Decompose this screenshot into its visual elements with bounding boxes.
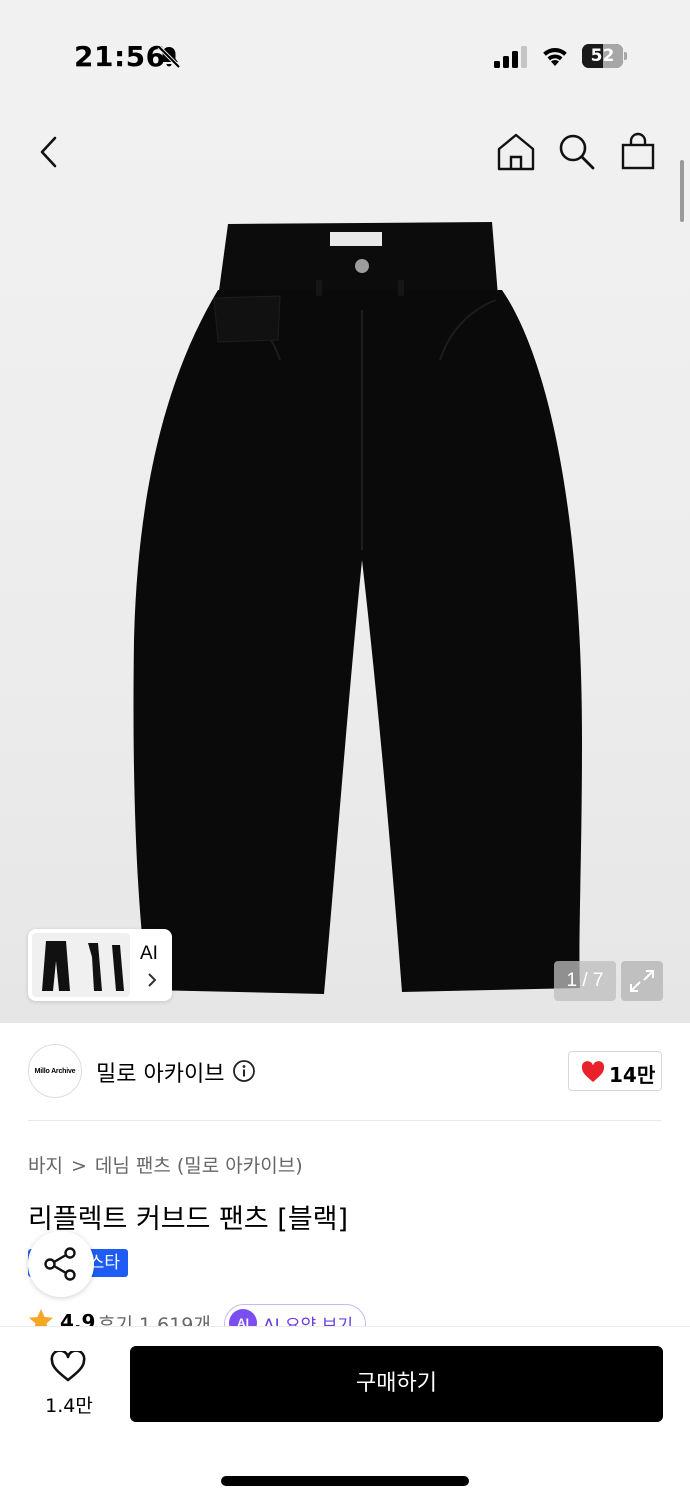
share-icon[interactable] — [28, 1231, 94, 1297]
rating-value: 4.9 — [60, 1310, 96, 1326]
battery-level: 52 — [590, 46, 615, 66]
ai-icon: AI — [229, 1309, 257, 1326]
breadcrumb-category[interactable]: 바지 — [28, 1155, 63, 1177]
brand-like-button[interactable]: 14만 — [568, 1051, 662, 1091]
wifi-icon — [543, 48, 567, 66]
bottom-action-bar: 1.4만 구매하기 — [0, 1326, 690, 1500]
status-time: 21:56 — [74, 40, 166, 73]
breadcrumb-subcategory[interactable]: 데님 팬츠 (밀로 아카이브) — [95, 1155, 303, 1177]
ai-similar-items-card[interactable]: AI — [28, 929, 172, 1001]
heart-filled-icon — [581, 1061, 605, 1082]
scroll-indicator — [680, 160, 684, 222]
home-icon[interactable] — [494, 130, 538, 174]
review-count[interactable]: 후기 1,619개 — [98, 1310, 211, 1326]
brand-like-count: 14만 — [609, 1063, 656, 1087]
home-indicator — [221, 1476, 469, 1486]
breadcrumb-separator: > — [70, 1155, 87, 1177]
brand-name[interactable]: 밀로 아카이브 — [96, 1056, 224, 1088]
brand-logo[interactable]: Millo Archive — [28, 1044, 82, 1098]
rating-row: 4.9 후기 1,619개 AI AI 요약 보기 — [28, 1304, 688, 1326]
shopping-bag-icon[interactable] — [616, 130, 660, 174]
back-icon[interactable] — [28, 130, 72, 174]
product-title: 리플렉트 커브드 팬츠 [블랙] — [28, 1204, 349, 1235]
search-icon[interactable] — [554, 130, 598, 174]
battery-indicator: 52 — [582, 44, 628, 68]
product-photo-black-pants[interactable] — [130, 220, 590, 1010]
buy-button[interactable]: 구매하기 — [130, 1346, 663, 1422]
cellular-signal-icon — [494, 46, 527, 68]
ai-summary-label: AI 요약 보기 — [263, 1316, 354, 1326]
ai-summary-button[interactable]: AI AI 요약 보기 — [224, 1304, 366, 1326]
star-icon — [29, 1309, 53, 1326]
favorite-count: 1.4만 — [45, 1395, 93, 1417]
info-icon[interactable] — [232, 1059, 256, 1083]
status-bar: 21:56 52 — [0, 0, 690, 110]
heart-outline-icon — [50, 1351, 86, 1382]
expand-icon[interactable] — [621, 961, 663, 1001]
chevron-right-icon — [148, 973, 157, 987]
ai-thumbnail-image — [32, 933, 130, 997]
divider — [28, 1120, 662, 1121]
breadcrumb: 바지 > 데님 팬츠 (밀로 아카이브) — [28, 1151, 303, 1178]
image-counter: 1 / 7 — [554, 961, 616, 1001]
favorite-button[interactable]: 1.4만 — [30, 1349, 108, 1419]
bell-muted-icon — [157, 45, 181, 69]
ai-label: AI — [140, 943, 158, 964]
